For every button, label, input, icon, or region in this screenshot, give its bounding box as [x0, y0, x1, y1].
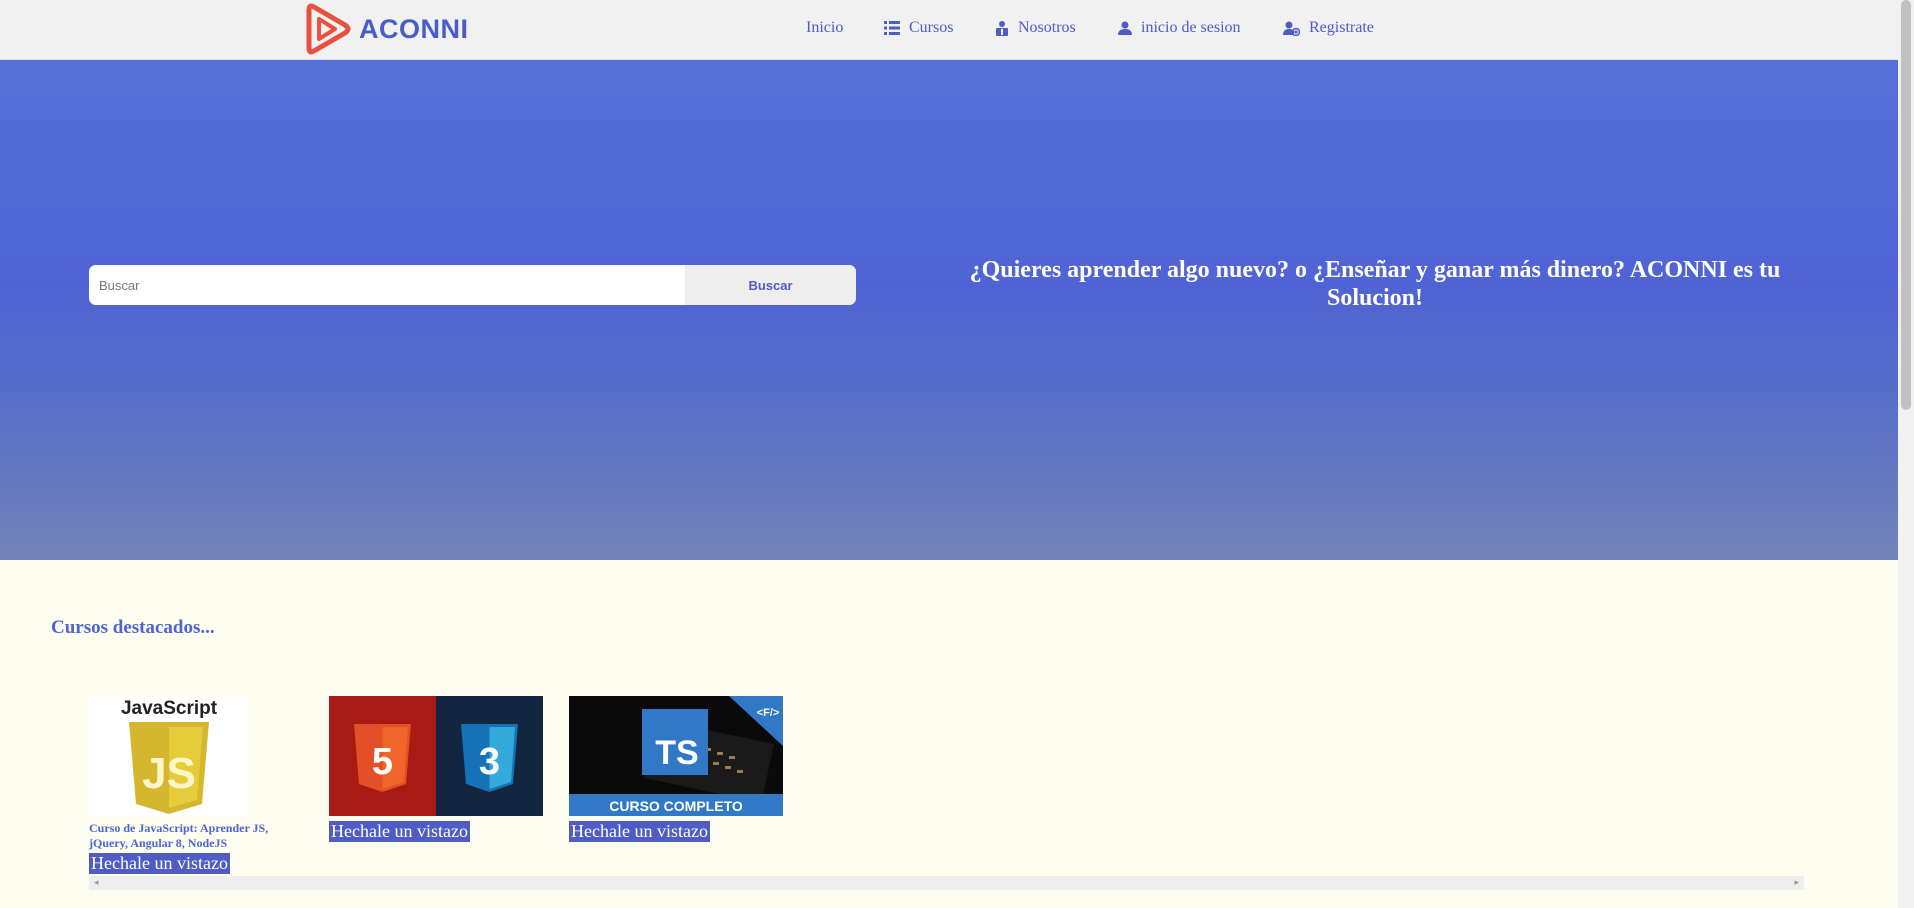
thumb-label: JavaScript [121, 698, 218, 719]
search-button[interactable]: Buscar [685, 265, 856, 305]
course-cta-button[interactable]: Hechale un vistazo [329, 821, 470, 842]
nav-login[interactable]: inicio de sesion [1118, 19, 1241, 37]
hero-tagline: ¿Quieres aprender algo nuevo? o ¿Enseñar… [969, 257, 1781, 311]
brand-name: ACONNI [359, 13, 469, 44]
course-title[interactable]: Curso de JavaScript: Aprender JS, jQuery… [89, 821, 294, 851]
nav-nosotros[interactable]: Nosotros [995, 19, 1076, 37]
featured-heading: Cursos destacados... [51, 617, 215, 638]
search-bar: Buscar [89, 265, 856, 305]
nav-login-label: inicio de sesion [1141, 19, 1241, 36]
nav-registrate[interactable]: Registrate [1283, 19, 1374, 37]
featured-courses-carousel: JavaScript JS Curso de JavaScript: Apren… [89, 696, 1804, 876]
search-input[interactable] [89, 265, 685, 305]
vertical-scrollbar[interactable] [1898, 0, 1914, 908]
scrollbar-thumb[interactable] [1901, 0, 1911, 410]
users-icon [996, 20, 1008, 36]
hero-banner: Buscar ¿Quieres aprender algo nuevo? o ¿… [0, 60, 1898, 560]
nav-registrate-label: Registrate [1309, 19, 1374, 36]
course-cta-button[interactable]: Hechale un vistazo [569, 821, 710, 842]
course-card: JavaScript JS Curso de JavaScript: Apren… [89, 696, 268, 874]
list-icon [884, 21, 900, 35]
play-logo-icon [306, 3, 351, 55]
nav-nosotros-label: Nosotros [1018, 19, 1076, 36]
user-icon [1118, 21, 1132, 35]
thumb-banner: CURSO COMPLETO [609, 798, 743, 814]
course-thumbnail-typescript[interactable]: <F/> TS CURSO COMPLETO [569, 696, 783, 816]
css3-badge: 3 [479, 741, 500, 783]
thumb-corner: <F/> [757, 707, 780, 719]
nav-inicio-label: Inicio [806, 19, 844, 36]
top-navbar: ACONNI Inicio Cursos Nosotros inicio de … [0, 0, 1898, 60]
user-plus-icon [1283, 21, 1300, 36]
scroll-left-icon[interactable]: ◂ [94, 878, 99, 888]
course-thumbnail-html-css[interactable]: 5 3 [329, 696, 543, 816]
course-card: <F/> TS CURSO COMPLETO Hechale un vistaz… [569, 696, 783, 842]
nav-cursos-label: Cursos [909, 19, 954, 36]
thumb-badge: TS [655, 734, 698, 772]
scroll-right-icon[interactable]: ▸ [1794, 878, 1799, 888]
course-thumbnail-javascript[interactable]: JavaScript JS [89, 696, 249, 816]
brand-logo[interactable]: ACONNI [305, 0, 469, 58]
html5-badge: 5 [372, 741, 393, 783]
thumb-badge: JS [142, 749, 196, 798]
course-card: 5 3 Hechale un vistazo [329, 696, 543, 842]
horizontal-scrollbar[interactable]: ◂ ▸ [89, 876, 1804, 890]
nav-cursos[interactable]: Cursos [884, 19, 953, 37]
nav-inicio[interactable]: Inicio [806, 19, 843, 37]
course-cta-button[interactable]: Hechale un vistazo [89, 853, 230, 874]
